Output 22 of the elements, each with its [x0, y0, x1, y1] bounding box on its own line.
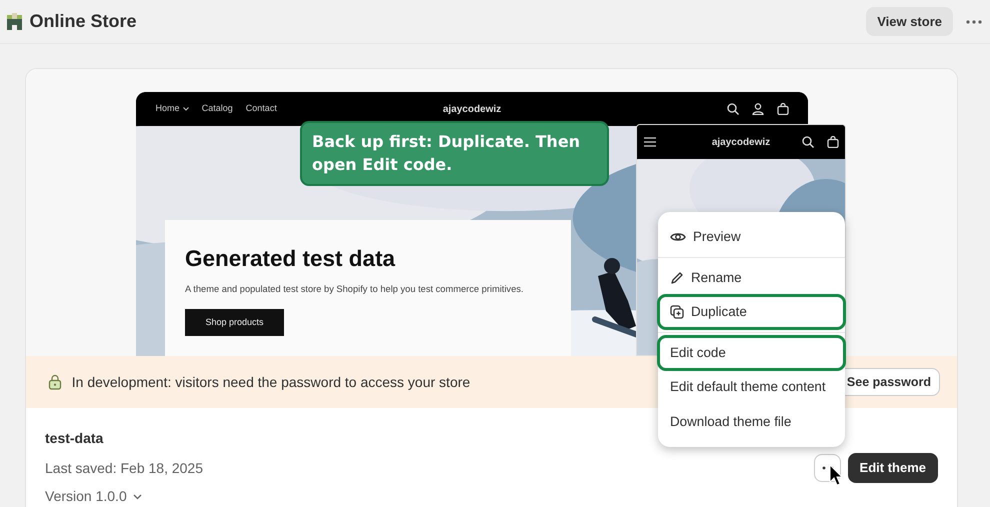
more-icon[interactable]: [966, 20, 982, 24]
lock-icon: [48, 374, 62, 390]
nav-link[interactable]: Catalog: [202, 102, 233, 116]
store-icon: [6, 12, 23, 31]
chevron-down-icon[interactable]: [133, 494, 142, 500]
nav-link[interactable]: Home: [156, 102, 180, 116]
version-label: Version 1.0.0: [45, 487, 127, 506]
cursor-icon: [829, 464, 843, 486]
cart-icon[interactable]: [776, 103, 788, 115]
chevron-down-icon: [182, 107, 189, 111]
banner-message: In development: visitors need the password to access your store: [72, 372, 470, 392]
view-store-button[interactable]: View store: [866, 6, 953, 36]
nav-link[interactable]: Contact: [246, 102, 277, 116]
search-icon[interactable]: [726, 103, 738, 115]
last-saved-text: Last saved: Feb 18, 2025: [45, 459, 203, 478]
cart-icon[interactable]: [826, 136, 838, 148]
menu-item[interactable]: Download theme file: [658, 404, 845, 439]
store-brand: ajaycodewiz: [442, 102, 502, 116]
page-title: Online Store: [30, 10, 137, 33]
theme-name: test-data: [45, 429, 104, 448]
account-icon[interactable]: [752, 103, 764, 115]
edit-theme-button[interactable]: Edit theme: [848, 453, 938, 482]
